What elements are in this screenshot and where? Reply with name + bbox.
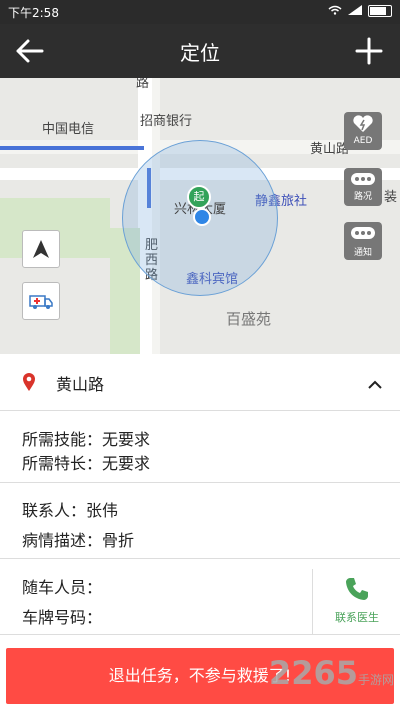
- signal-icon: [348, 4, 362, 18]
- contact-label: 联系人：: [22, 501, 87, 520]
- location-pin-icon: [22, 372, 36, 396]
- watermark-logo: 2265手游网: [269, 654, 394, 692]
- battery-icon: [368, 5, 392, 17]
- notify-bubble-icon: [351, 227, 375, 239]
- contact-value: 张伟: [86, 501, 119, 520]
- map-label-cmb-bank: 招商银行: [140, 114, 193, 129]
- add-button[interactable]: [352, 34, 386, 68]
- notify-label: 通知: [353, 248, 372, 258]
- condition-value: 骨折: [102, 531, 135, 550]
- specialty-requirement: 所需特长：无要求: [22, 450, 150, 474]
- skill-label: 所需技能：: [22, 430, 103, 449]
- chevron-up-icon[interactable]: [368, 374, 382, 393]
- top-navbar: 定位: [0, 24, 400, 78]
- road-condition-button[interactable]: 路况: [344, 168, 382, 206]
- skill-value: 无要求: [102, 430, 151, 449]
- plate-label: 车牌号码：: [22, 608, 103, 627]
- map-label-china-telecom: 中国电信: [42, 122, 95, 137]
- skill-requirement: 所需技能：无要求: [22, 426, 150, 450]
- map-label-baisheng-yuan: 百盛苑: [226, 310, 272, 328]
- plus-icon: [355, 37, 383, 65]
- road-condition-label: 路况: [353, 192, 372, 202]
- road-bubble-icon: [351, 173, 375, 185]
- divider: [0, 410, 400, 411]
- accompanying-staff: 随车人员：: [22, 574, 102, 598]
- condition-description: 病情描述：骨折: [22, 527, 134, 551]
- ambulance-icon: [29, 295, 53, 309]
- compass-button[interactable]: [22, 230, 60, 268]
- staff-label: 随车人员：: [22, 578, 103, 597]
- contact-doctor-button[interactable]: 联系医生: [312, 569, 400, 634]
- page-title: 定位: [180, 41, 220, 65]
- contact-person: 联系人：张伟: [22, 497, 118, 521]
- current-location-icon: [193, 208, 211, 226]
- divider: [0, 634, 400, 635]
- start-pin-icon: 起: [187, 185, 211, 209]
- map-label-zhuang: 装: [384, 190, 398, 205]
- notify-button[interactable]: 通知: [344, 222, 382, 260]
- specialty-label: 所需特长：: [22, 454, 103, 473]
- watermark-text: 2265: [268, 654, 358, 692]
- address-row[interactable]: 黄山路: [0, 354, 400, 410]
- aed-button[interactable]: AED: [344, 112, 382, 150]
- watermark-sub: 手游网: [357, 673, 394, 687]
- status-time: 下午2:58: [8, 6, 59, 20]
- wifi-icon: [328, 4, 342, 18]
- divider: [0, 482, 400, 483]
- map-blue-route: [0, 146, 144, 150]
- address-label: 黄山路: [56, 375, 105, 394]
- license-plate: 车牌号码：: [22, 604, 102, 628]
- status-bar: 下午2:58: [0, 0, 400, 24]
- ambulance-button[interactable]: [22, 282, 60, 320]
- contact-doctor-label: 联系医生: [335, 611, 379, 624]
- condition-label: 病情描述：: [22, 531, 103, 550]
- status-icons: [328, 4, 392, 18]
- phone-icon: [346, 578, 368, 600]
- map-view[interactable]: 路 中国电信 招商银行 黄山路 静鑫旅社 装 肥西路 鑫科宾馆 百盛苑 兴林大厦…: [0, 78, 400, 354]
- map-label-road-fragment: 路: [136, 78, 150, 91]
- aed-label: AED: [353, 136, 373, 146]
- navigation-arrow-icon: [33, 240, 49, 258]
- aed-heart-icon: [353, 115, 373, 132]
- divider: [0, 558, 400, 559]
- specialty-value: 无要求: [102, 454, 151, 473]
